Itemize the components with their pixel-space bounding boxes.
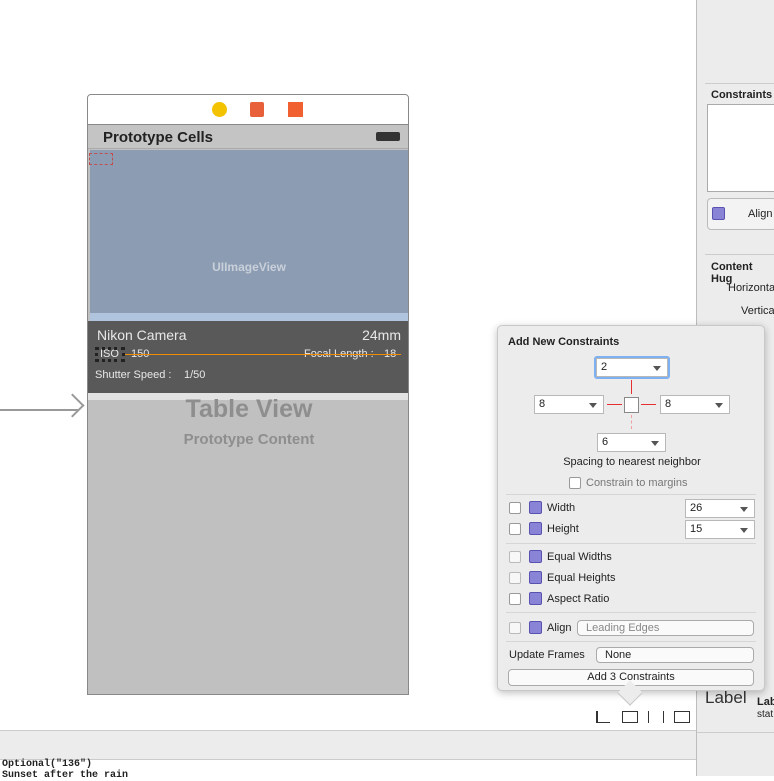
scene-dock — [88, 95, 408, 125]
aspect-ratio-icon — [529, 592, 542, 605]
aspect-ratio-checkbox[interactable] — [509, 593, 521, 605]
view-controller-icon[interactable] — [212, 102, 227, 117]
height-field[interactable]: 15 — [685, 520, 755, 539]
debug-bar — [0, 730, 696, 760]
constraints-list[interactable] — [707, 104, 774, 192]
width-field[interactable]: 26 — [685, 499, 755, 518]
height-checkbox[interactable] — [509, 523, 521, 535]
battery-icon — [376, 132, 400, 141]
image-view[interactable]: UIImageView — [90, 150, 408, 321]
bottom-spacing-field[interactable]: 6 — [597, 433, 666, 452]
nav-bar: Prototype Cells — [88, 125, 408, 149]
resolve-issues-icon[interactable] — [648, 711, 664, 723]
pin-toolbar-icon[interactable] — [622, 711, 638, 723]
console-output: Optional("136") Sunset after the rain — [2, 759, 129, 781]
exit-icon[interactable] — [288, 102, 303, 117]
selection-handles[interactable] — [95, 347, 125, 362]
width-checkbox[interactable] — [509, 502, 521, 514]
left-spacing-field[interactable]: 8 — [534, 395, 604, 414]
label-object-icon: Label — [705, 688, 747, 707]
align-select[interactable]: Leading Edges — [577, 620, 754, 636]
table-cell[interactable]: Nikon Camera 24mm ISO 150 Focal Length :… — [88, 321, 408, 393]
view-controller-scene[interactable]: Prototype Cells UIImageView Nikon Camera… — [87, 94, 409, 695]
align-icon — [529, 621, 542, 634]
align-icon — [712, 207, 725, 220]
vertical-label: Vertica — [741, 305, 774, 317]
align-toolbar-icon[interactable] — [596, 711, 610, 723]
add-constraints-popover: Add New Constraints 2 8 8 6 Spacing to n… — [497, 325, 765, 691]
update-frames-select[interactable]: None — [596, 647, 754, 663]
right-spacing-field[interactable]: 8 — [660, 395, 730, 414]
align-button[interactable]: Align — [707, 198, 774, 230]
top-spacing-field[interactable]: 2 — [596, 358, 668, 377]
equal-widths-checkbox[interactable] — [509, 551, 521, 563]
constraints-header: Constraints — [711, 89, 773, 101]
height-icon — [529, 522, 542, 535]
first-responder-icon[interactable] — [250, 102, 264, 117]
horizontal-label: Horizonta — [728, 282, 774, 294]
equal-widths-icon — [529, 550, 542, 563]
align-checkbox[interactable] — [509, 622, 521, 634]
resizing-behavior-icon[interactable] — [674, 711, 690, 723]
constrain-margins-checkbox[interactable] — [569, 477, 581, 489]
width-icon — [529, 501, 542, 514]
equal-heights-icon — [529, 571, 542, 584]
guide-line — [125, 354, 401, 355]
table-view-title: Table View — [185, 395, 313, 423]
equal-heights-checkbox[interactable] — [509, 572, 521, 584]
